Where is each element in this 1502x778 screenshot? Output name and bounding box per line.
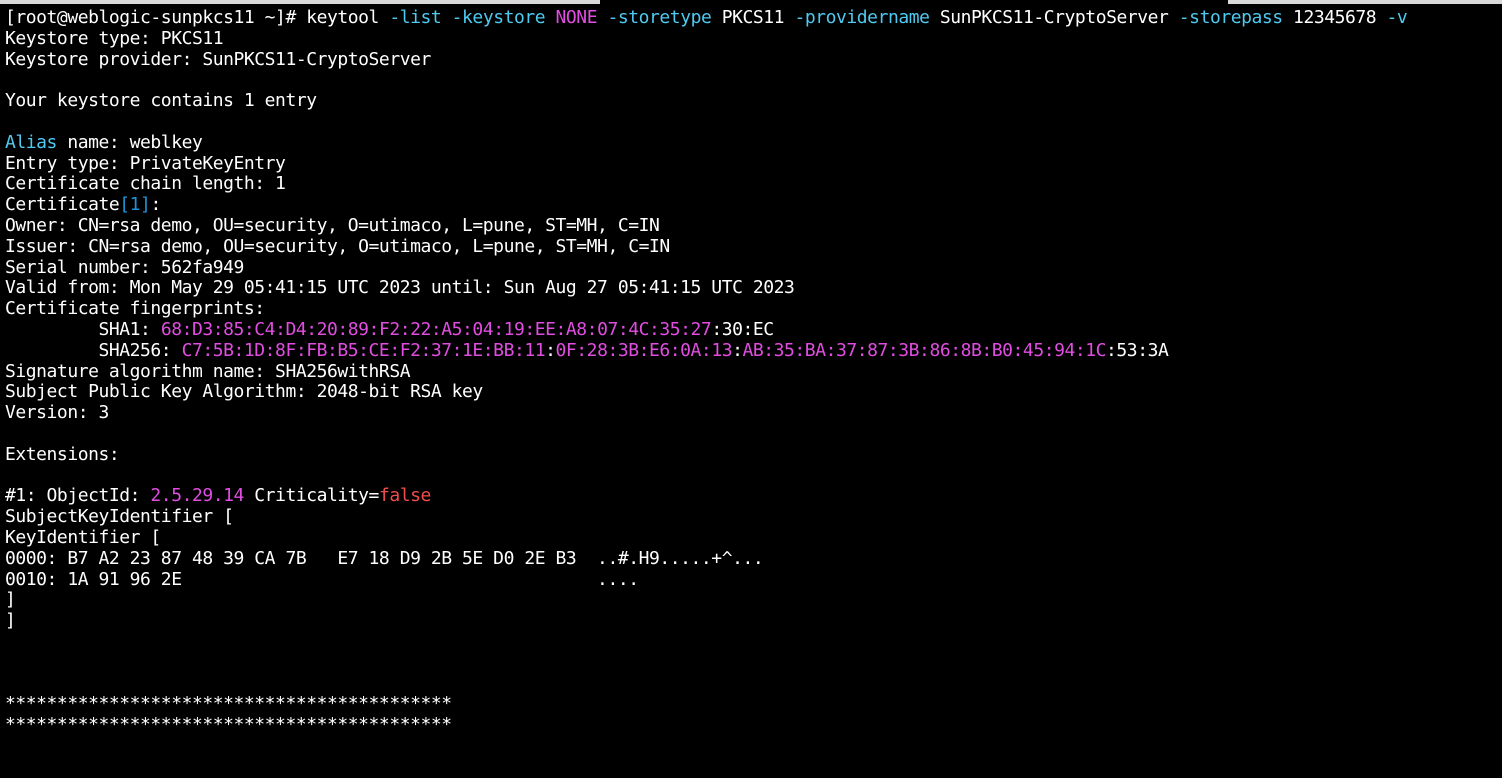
terminal-line: Extensions: bbox=[5, 443, 1500, 466]
terminal-text-segment: Serial number: 562fa949 bbox=[5, 256, 244, 278]
terminal-text-segment: -list bbox=[389, 8, 442, 28]
terminal-line: #1: ObjectId: 2.5.29.14 Criticality=fals… bbox=[5, 485, 1500, 507]
terminal-text-segment: -providername bbox=[794, 8, 930, 28]
terminal-text-segment: name: weblkey bbox=[56, 131, 203, 153]
terminal-text-segment: SHA1: bbox=[5, 318, 161, 340]
terminal-line: ****************************************… bbox=[5, 693, 1500, 715]
terminal-text-segment: : bbox=[545, 339, 556, 361]
terminal-line: Your keystore contains 1 entry bbox=[5, 90, 1500, 112]
terminal-text-segment: [1] bbox=[119, 194, 151, 216]
terminal-text-segment: Signature algorithm name: SHA256withRSA bbox=[5, 360, 411, 382]
terminal-text-segment: Criticality= bbox=[243, 485, 379, 507]
terminal-text-segment: -v bbox=[1386, 8, 1408, 28]
terminal-text-segment: -keystore bbox=[451, 8, 546, 28]
terminal-line: ****************************************… bbox=[5, 714, 1500, 736]
terminal-text-segment: 12345678 bbox=[1282, 8, 1387, 28]
terminal-text-segment: 0010: 1A 91 96 2E .... bbox=[5, 568, 639, 590]
terminal-text-segment: -storepass bbox=[1178, 8, 1283, 28]
terminal-text-segment: Keystore type: PKCS11 bbox=[5, 27, 224, 49]
terminal-text-segment: [root@weblogic-sunpkcs11 ~]# keytool bbox=[5, 8, 390, 28]
terminal-line: Keystore type: PKCS11 bbox=[5, 27, 1500, 50]
tab-strip-right bbox=[1228, 0, 1502, 4]
terminal-text-segment: ] bbox=[5, 610, 16, 632]
terminal-line: SHA256: C7:5B:1D:8F:FB:B5:CE:F2:37:1E:BB… bbox=[5, 339, 1500, 362]
terminal-text-segment: ] bbox=[5, 589, 16, 611]
terminal-text-segment: Version: 3 bbox=[5, 402, 109, 424]
terminal-text-segment: SunPKCS11-CryptoServer bbox=[929, 8, 1179, 28]
terminal-line: Subject Public Key Algorithm: 2048-bit R… bbox=[5, 381, 1500, 403]
terminal-line: Issuer: CN=rsa demo, OU=security, O=utim… bbox=[5, 235, 1500, 258]
terminal-text-segment: :53:3A bbox=[1106, 339, 1169, 361]
terminal-text-segment: :30:EC bbox=[711, 318, 774, 340]
tab-strip-left bbox=[0, 0, 600, 4]
terminal-text-segment: 2.5.29.14 bbox=[150, 485, 244, 507]
terminal-text-segment: 0F:28:3B:E6:0A:13 bbox=[555, 339, 733, 361]
terminal-line: Certificate chain length: 1 bbox=[5, 173, 1500, 195]
terminal-line: 0010: 1A 91 96 2E .... bbox=[5, 568, 1500, 591]
terminal-line: [root@weblogic-sunpkcs11 ~]# keytool -li… bbox=[5, 8, 1500, 29]
terminal-line: Version: 3 bbox=[5, 402, 1500, 424]
terminal-line: ] bbox=[5, 589, 1500, 611]
terminal-text-segment: -storetype bbox=[607, 8, 712, 28]
terminal-output[interactable]: [root@weblogic-sunpkcs11 ~]# keytool -li… bbox=[5, 8, 1500, 768]
terminal-text-segment: Alias bbox=[5, 131, 57, 153]
terminal-text-segment: NONE bbox=[555, 8, 598, 28]
terminal-line: Certificate[1]: bbox=[5, 194, 1500, 216]
terminal-text-segment: false bbox=[378, 485, 431, 507]
terminal-line: Serial number: 562fa949 bbox=[5, 256, 1500, 279]
terminal-line: SubjectKeyIdentifier [ bbox=[5, 506, 1500, 528]
terminal-line: 0000: B7 A2 23 87 48 39 CA 7B E7 18 D9 2… bbox=[5, 547, 1500, 570]
terminal-text-segment: Issuer: CN=rsa demo, OU=security, O=utim… bbox=[5, 235, 670, 257]
terminal-line: Owner: CN=rsa demo, OU=security, O=utima… bbox=[5, 214, 1500, 237]
terminal-text-segment: SHA256: bbox=[5, 339, 182, 361]
terminal-text-segment: Subject Public Key Algorithm: 2048-bit R… bbox=[5, 381, 483, 403]
terminal-text-segment: ****************************************… bbox=[5, 714, 452, 736]
terminal-line: Keystore provider: SunPKCS11-CryptoServe… bbox=[5, 48, 1500, 71]
terminal-text-segment: SubjectKeyIdentifier [ bbox=[5, 506, 234, 528]
terminal-text-segment: : bbox=[732, 339, 743, 361]
terminal-text-segment: #1: ObjectId: bbox=[5, 485, 151, 507]
terminal-text-segment: Your keystore contains 1 entry bbox=[5, 90, 317, 112]
window-top-edge bbox=[0, 0, 1502, 4]
terminal-text-segment: Valid from: Mon May 29 05:41:15 UTC 2023… bbox=[5, 277, 795, 299]
terminal-line: SHA1: 68:D3:85:C4:D4:20:89:F2:22:A5:04:1… bbox=[5, 318, 1500, 341]
terminal-line: Certificate fingerprints: bbox=[5, 298, 1500, 320]
terminal-text-segment: Owner: CN=rsa demo, OU=security, O=utima… bbox=[5, 214, 660, 236]
terminal-text-segment: Extensions: bbox=[5, 443, 120, 465]
terminal-text-segment: Certificate fingerprints: bbox=[5, 298, 265, 320]
terminal-text-segment: : bbox=[150, 194, 161, 216]
terminal-line: Signature algorithm name: SHA256withRSA bbox=[5, 360, 1500, 383]
terminal-text-segment: 68:D3:85:C4:D4:20:89:F2:22:A5:04:19:EE:A… bbox=[160, 318, 712, 340]
terminal-text-segment: AB:35:BA:37:87:3B:86:8B:B0:45:94:1C bbox=[742, 339, 1107, 361]
terminal-line: ] bbox=[5, 610, 1500, 632]
terminal-line: Entry type: PrivateKeyEntry bbox=[5, 152, 1500, 175]
terminal-text-segment: 0000: B7 A2 23 87 48 39 CA 7B E7 18 D9 2… bbox=[5, 547, 764, 569]
terminal-text-segment: PKCS11 bbox=[711, 8, 795, 28]
terminal-line: Alias name: weblkey bbox=[5, 131, 1500, 154]
terminal-text-segment: Certificate bbox=[5, 194, 120, 216]
terminal-line: KeyIdentifier [ bbox=[5, 526, 1500, 549]
terminal-text-segment: Keystore provider: SunPKCS11-CryptoServe… bbox=[5, 48, 431, 70]
terminal-line: Valid from: Mon May 29 05:41:15 UTC 2023… bbox=[5, 277, 1500, 299]
terminal-text-segment: Entry type: PrivateKeyEntry bbox=[5, 152, 286, 174]
terminal-text-segment: ****************************************… bbox=[5, 693, 452, 715]
terminal-text-segment: C7:5B:1D:8F:FB:B5:CE:F2:37:1E:BB:11 bbox=[181, 339, 546, 361]
terminal-text-segment: Certificate chain length: 1 bbox=[5, 173, 286, 195]
terminal-text-segment: KeyIdentifier [ bbox=[5, 526, 161, 548]
